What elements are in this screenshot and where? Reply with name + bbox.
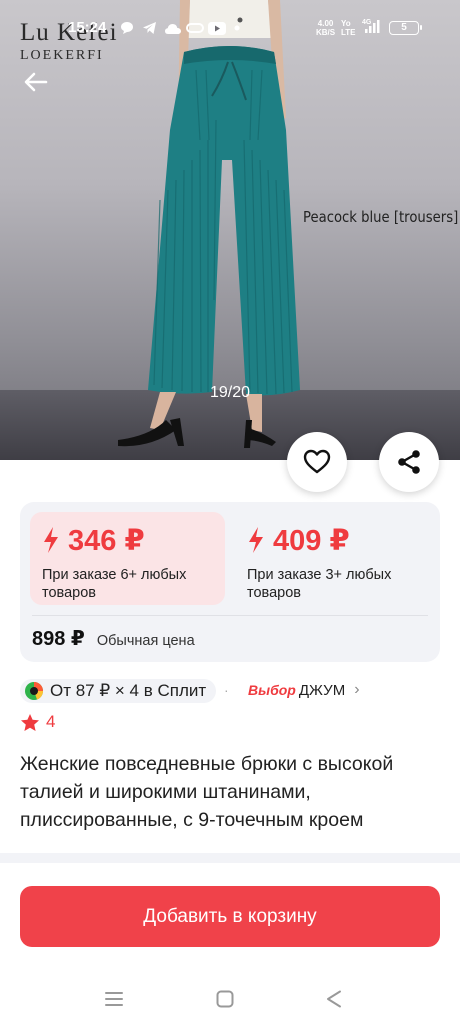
tier-condition: При заказе 6+ любых товаров [42,567,187,601]
telegram-icon [142,20,157,36]
cloud-icon [164,20,182,36]
signal-label: 4G [362,19,372,26]
product-image-gallery[interactable]: Lu Kefei LOEKERFI Peacock blue [trousers… [0,0,460,460]
volte-top: Yo [341,19,351,28]
youtube-icon [208,20,226,36]
system-nav-bar [0,975,460,1024]
choice-badge[interactable]: Выбор ДЖУМ › [248,681,360,699]
price-divider [32,615,428,616]
split-installments[interactable]: От 87 ₽ × 4 в Сплит [20,679,217,703]
volte-bottom: LTE [341,28,356,37]
price-tier-3plus[interactable]: 409 ₽ При заказе 3+ любых товаров [235,512,430,605]
lightning-icon [44,527,58,553]
status-bar: 15:24 4.00 KB/S Yo LTE 4G 5 [0,0,460,40]
chat-icon [120,20,134,36]
choice-store: ДЖУМ [298,681,346,699]
product-title: Женские повседневные брюки с высокой тал… [20,753,394,831]
heart-icon [303,449,331,474]
lightning-icon [249,527,263,553]
more-dot-icon [234,20,240,36]
battery-icon: 5 [389,21,422,35]
choice-label: Выбор [248,682,296,698]
regular-price: 898 ₽ [32,628,85,650]
tier-price: 346 ₽ [68,524,145,557]
split-logo-icon [25,682,44,700]
tier-price: 409 ₽ [273,524,350,557]
network-speed-value: 4.00 [317,19,334,28]
favorite-button[interactable] [287,432,347,492]
share-button[interactable] [379,432,439,492]
separator-dot: · [224,682,229,698]
tier-condition: При заказе 3+ любых товаров [247,567,392,601]
square-icon [216,990,234,1008]
regular-price-row: 898 ₽ Обычная цена [32,626,195,651]
star-icon [21,713,39,731]
chevron-right-icon: › [354,681,360,698]
rating-value: 4 [46,712,56,731]
back-nav-button[interactable] [322,987,346,1011]
status-time: 15:24 [68,19,107,36]
volte-indicator: Yo LTE [341,19,356,37]
section-divider [0,853,460,863]
menu-icon [105,992,123,1006]
price-card: 346 ₽ При заказе 6+ любых товаров 409 ₽ … [20,502,440,662]
image-caption: Peacock blue [trousers] [303,208,459,226]
price-tier-6plus[interactable]: 346 ₽ При заказе 6+ любых товаров [30,512,225,605]
rating[interactable]: 4 [20,712,55,732]
regular-price-label: Обычная цена [96,633,195,649]
link-icon [186,20,204,36]
add-to-cart-button[interactable]: Добавить в корзину [20,886,440,947]
signal-icon: 4G [360,18,382,34]
image-counter: 19/20 [209,384,251,401]
network-speed-unit: KB/S [316,28,336,37]
back-button[interactable] [22,68,50,96]
home-nav-button[interactable] [213,987,237,1011]
brand-subname: LOEKERFI [20,48,104,63]
menu-nav-button[interactable] [102,987,126,1011]
arrow-left-icon [24,72,48,92]
triangle-back-icon [327,990,341,1008]
share-icon [398,450,420,474]
split-text: От 87 ₽ × 4 в Сплит [50,681,207,700]
network-speed: 4.00 KB/S [316,19,335,37]
